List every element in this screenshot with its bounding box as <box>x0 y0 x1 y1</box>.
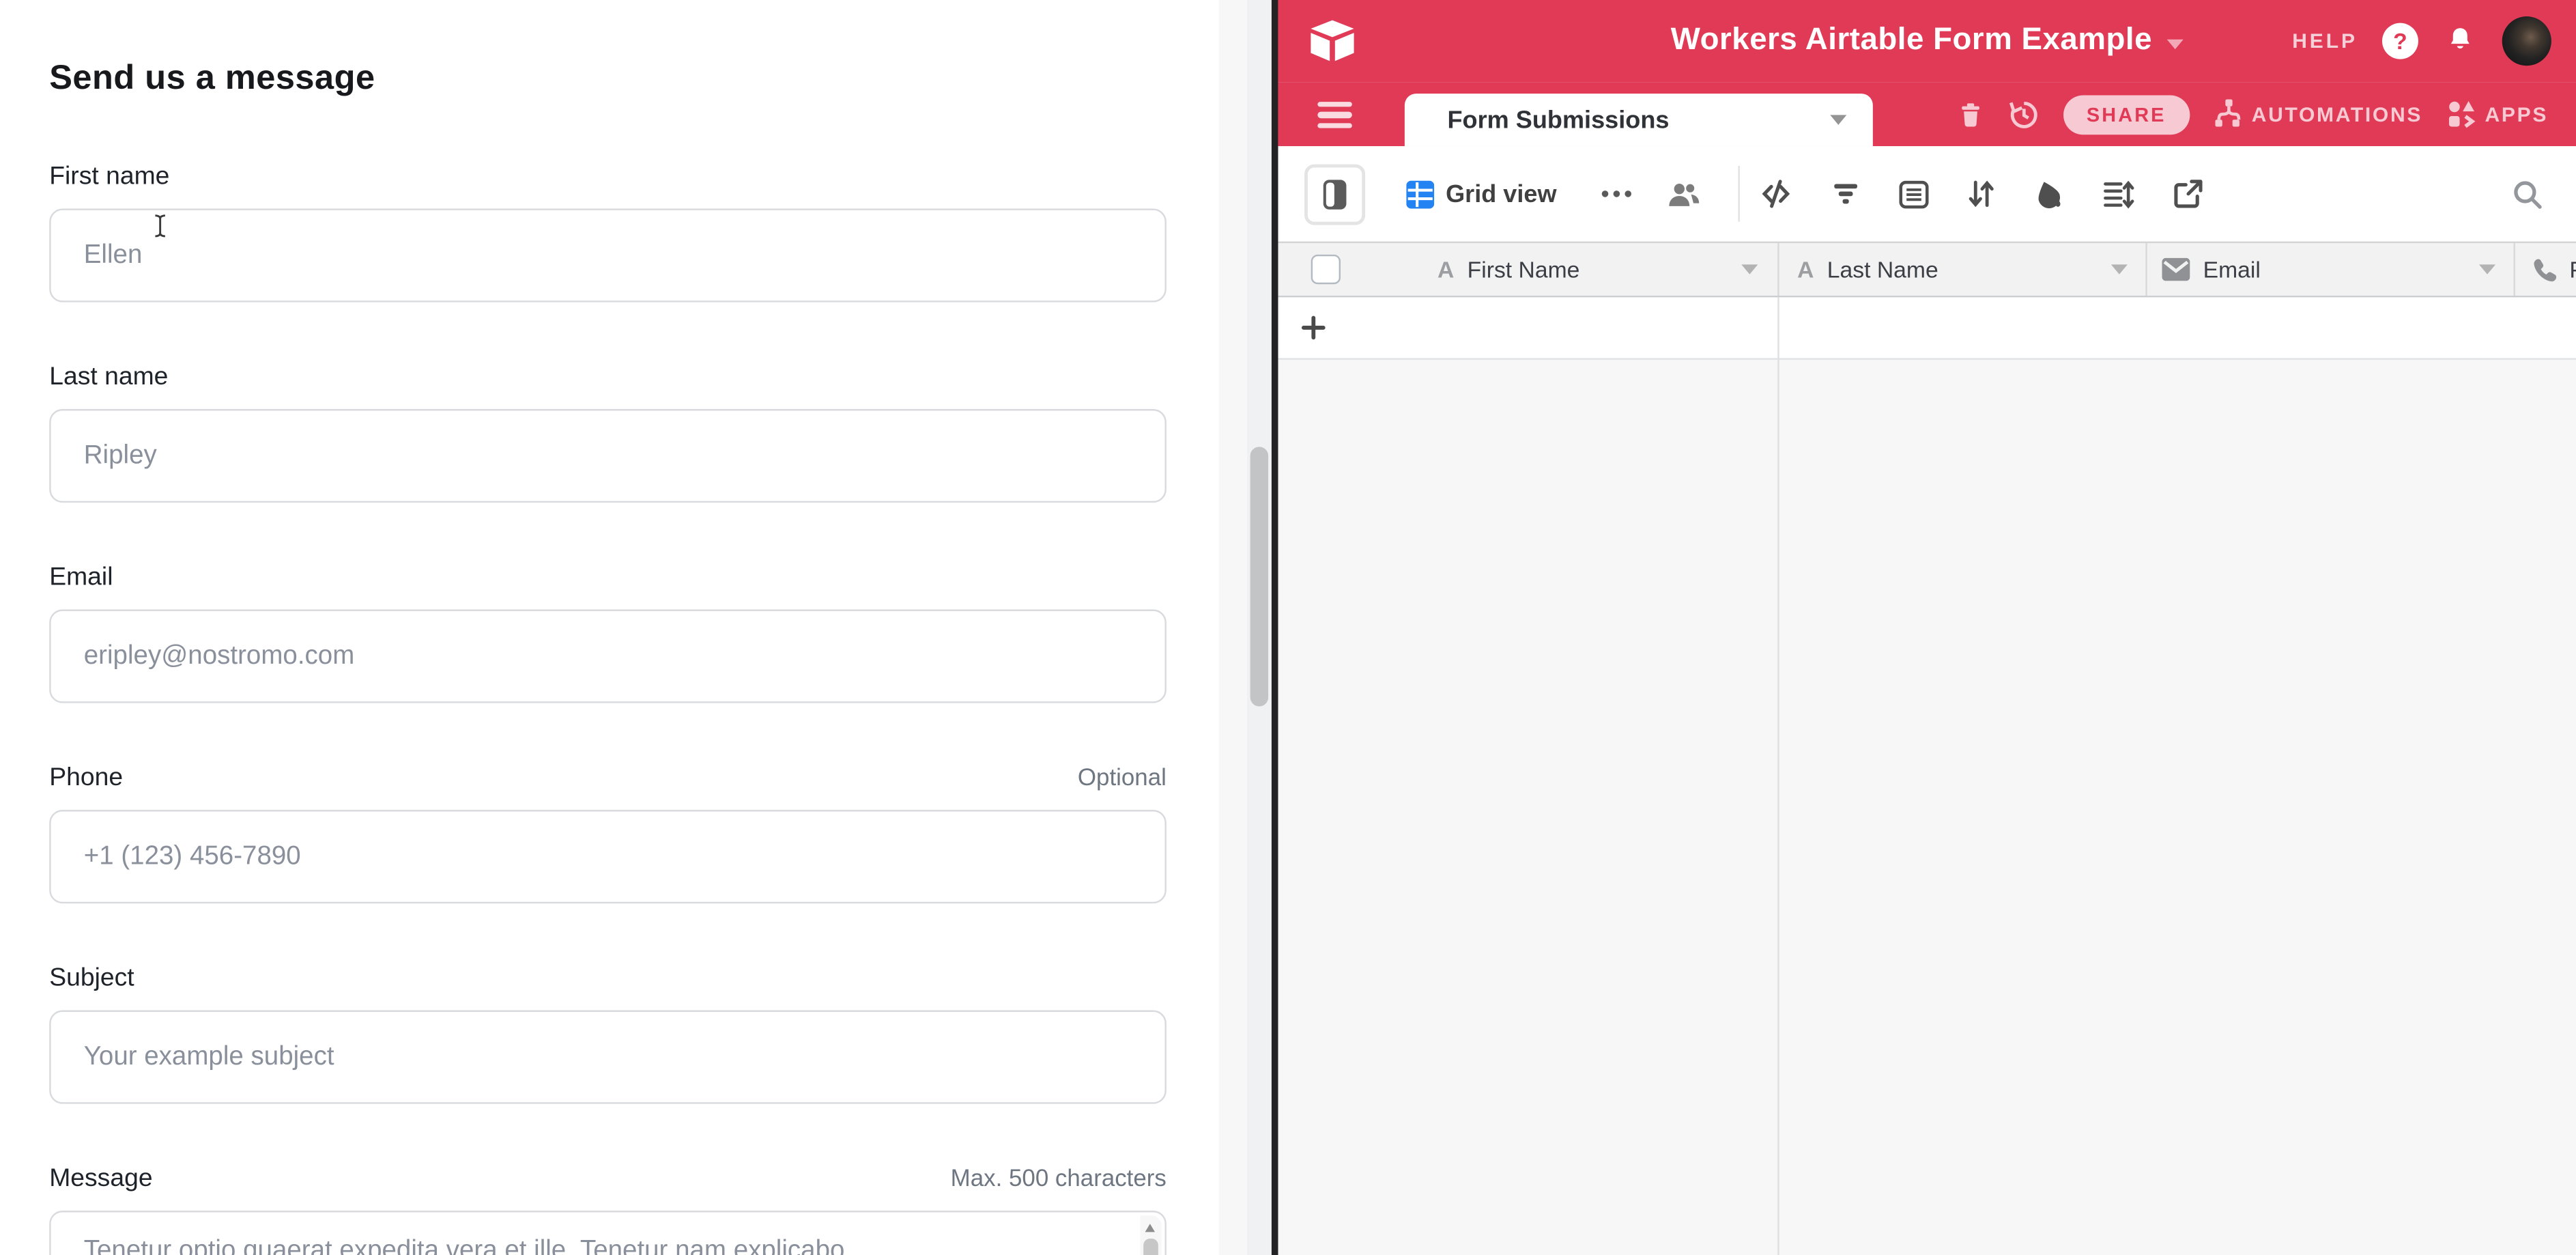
tables-menu-icon[interactable] <box>1317 102 1352 133</box>
airtable-topbar: Workers Airtable Form Example HELP ? <box>1278 0 2576 82</box>
toggle-sidebar-button[interactable] <box>1304 163 1365 224</box>
column-name: Last Name <box>1827 256 1938 282</box>
text-field-type-icon: A <box>1437 256 1454 282</box>
message-text: Tenetur optio quaerat expedita vera et i… <box>84 1237 1116 1255</box>
view-name[interactable]: Grid view <box>1446 180 1557 208</box>
column-name: Email <box>2203 256 2261 282</box>
base-title-caret-icon[interactable] <box>2167 39 2184 48</box>
airtable-pane: Workers Airtable Form Example HELP ? For… <box>1278 0 2576 1255</box>
apps-icon <box>2446 98 2477 130</box>
scroll-up-arrow-icon[interactable] <box>1145 1224 1155 1232</box>
help-question-icon[interactable]: ? <box>2382 23 2418 59</box>
text-cursor-icon <box>151 214 169 238</box>
view-toolbar: Grid view <box>1278 146 2576 242</box>
apps-label: APPS <box>2485 102 2549 126</box>
table-tabs-bar: Form Submissions SHARE <box>1278 82 2576 146</box>
tab-caret-icon[interactable] <box>1830 115 1846 124</box>
color-icon[interactable] <box>2033 179 2063 208</box>
automations-button[interactable]: AUTOMATIONS <box>2212 98 2422 130</box>
help-menu[interactable]: HELP <box>2292 29 2358 53</box>
view-options-icon[interactable] <box>1601 191 1631 197</box>
share-button[interactable]: SHARE <box>2063 94 2189 134</box>
column-name: Phone <box>2569 256 2576 282</box>
history-icon[interactable] <box>2007 98 2040 130</box>
column-header-first-name[interactable]: A First Name <box>1278 243 1778 296</box>
add-record-plus-icon[interactable] <box>1301 315 1326 340</box>
filter-icon[interactable] <box>1831 181 1859 207</box>
textarea-scrollbar[interactable] <box>1140 1215 1161 1255</box>
field-message: Message Max. 500 characters Tenetur opti… <box>49 1165 1167 1255</box>
message-max-note: Max. 500 characters <box>951 1166 1167 1192</box>
subject-input[interactable] <box>49 1011 1167 1104</box>
browser-scrollbar-thumb[interactable] <box>1250 447 1268 706</box>
base-title[interactable]: Workers Airtable Form Example <box>1671 23 2152 59</box>
add-record-row[interactable] <box>1278 297 2576 359</box>
select-all-checkbox[interactable] <box>1311 255 1341 284</box>
toolbar-divider <box>1737 166 1738 222</box>
last-name-input[interactable] <box>49 409 1167 503</box>
contact-form-pane: Send us a message First name Last name E… <box>0 0 1219 1255</box>
collaborators-icon[interactable] <box>1665 178 1701 210</box>
first-name-label: First name <box>49 163 169 192</box>
group-icon[interactable] <box>1898 180 1928 208</box>
trash-icon[interactable] <box>1957 100 1985 129</box>
browser-scrollbar[interactable] <box>1247 0 1272 1255</box>
message-textarea[interactable]: Tenetur optio quaerat expedita vera et i… <box>49 1211 1167 1255</box>
sort-icon[interactable] <box>1967 179 1994 208</box>
form-title: Send us a message <box>49 59 1219 99</box>
tab-label: Form Submissions <box>1447 106 1669 134</box>
panel-toggle-icon <box>1323 178 1347 210</box>
field-email: Email <box>49 563 1167 703</box>
column-caret-icon[interactable] <box>2111 264 2128 274</box>
automations-icon <box>2212 98 2244 130</box>
window-divider <box>1272 0 1278 1255</box>
apps-button[interactable]: APPS <box>2446 98 2548 130</box>
subject-label: Subject <box>49 964 134 993</box>
screen: Send us a message First name Last name E… <box>0 0 2576 1255</box>
column-name: First Name <box>1468 256 1580 282</box>
column-caret-icon[interactable] <box>2479 264 2495 274</box>
primary-column-divider <box>1777 297 1779 1255</box>
last-name-label: Last name <box>49 363 168 393</box>
column-header-email[interactable]: Email <box>2145 243 2515 296</box>
field-phone: Phone Optional <box>49 764 1167 903</box>
field-subject: Subject <box>49 964 1167 1103</box>
text-field-type-icon: A <box>1797 256 1814 282</box>
phone-label: Phone <box>49 764 123 793</box>
tab-form-submissions[interactable]: Form Submissions <box>1405 94 1873 146</box>
email-label: Email <box>49 563 113 593</box>
page-gutter <box>1219 0 1247 1255</box>
grid-view-icon[interactable] <box>1406 180 1434 208</box>
phone-input[interactable] <box>49 810 1167 903</box>
phone-field-type-icon <box>2530 256 2557 282</box>
column-header-phone[interactable]: Phone <box>2514 243 2576 296</box>
textarea-scroll-thumb[interactable] <box>1143 1239 1158 1255</box>
hide-fields-icon[interactable] <box>1759 179 1792 208</box>
user-avatar[interactable] <box>2502 16 2551 66</box>
first-name-input[interactable] <box>49 209 1167 302</box>
message-label: Message <box>49 1165 152 1194</box>
share-view-icon[interactable] <box>2173 179 2202 208</box>
phone-optional-note: Optional <box>1078 765 1167 791</box>
grid-header-row: A First Name A Last Name Email <box>1278 242 2576 298</box>
search-icon[interactable] <box>2512 178 2543 210</box>
column-header-last-name[interactable]: A Last Name <box>1777 243 2147 296</box>
notifications-bell-icon[interactable] <box>2443 23 2478 59</box>
email-input[interactable] <box>49 610 1167 703</box>
field-first-name: First name <box>49 163 1167 302</box>
column-caret-icon[interactable] <box>1741 264 1758 274</box>
grid-area: A First Name A Last Name Email <box>1278 242 2576 1255</box>
field-last-name: Last name <box>49 363 1167 503</box>
email-field-type-icon <box>2162 258 2190 281</box>
automations-label: AUTOMATIONS <box>2252 102 2422 126</box>
row-height-icon[interactable] <box>2102 180 2134 208</box>
